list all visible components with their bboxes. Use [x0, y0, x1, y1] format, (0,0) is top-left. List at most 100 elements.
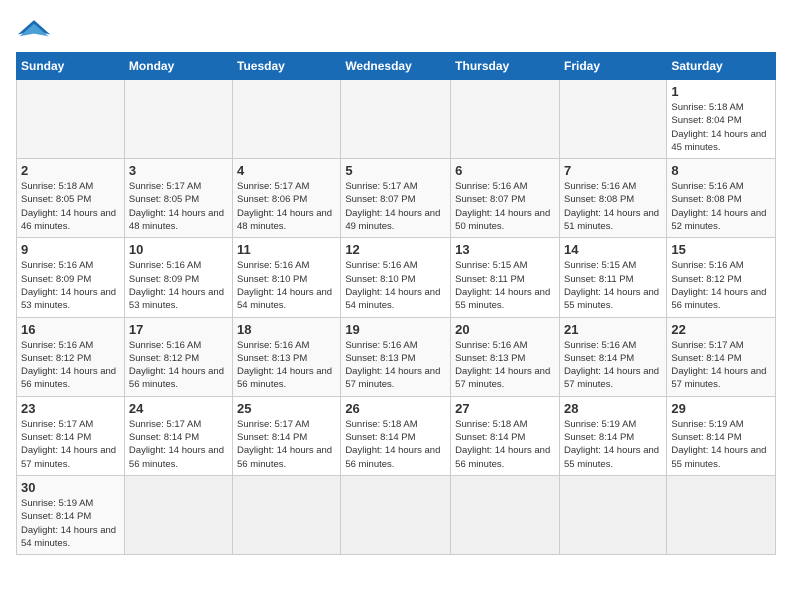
calendar-cell	[17, 80, 125, 159]
calendar-cell: 20Sunrise: 5:16 AMSunset: 8:13 PMDayligh…	[451, 317, 560, 396]
calendar-cell	[124, 475, 232, 554]
calendar-cell: 11 Sunrise: 5:16 AMSunset: 8:10 PMDayligh…	[233, 238, 341, 317]
calendar-cell: 28Sunrise: 5:19 AMSunset: 8:14 PMDayligh…	[559, 396, 666, 475]
calendar-cell: 2 Sunrise: 5:18 AMSunset: 8:05 PMDaylight…	[17, 159, 125, 238]
day-number: 24	[129, 401, 228, 416]
day-info: Sunrise: 5:16 AMSunset: 8:10 PMDaylight:…	[237, 259, 336, 312]
day-number: 5	[345, 163, 446, 178]
day-info: Sunrise: 5:19 AMSunset: 8:14 PMDaylight:…	[21, 497, 120, 550]
day-info: Sunrise: 5:18 AMSunset: 8:14 PMDaylight:…	[345, 418, 446, 471]
day-info: Sunrise: 5:17 AMSunset: 8:06 PMDaylight:…	[237, 180, 336, 233]
calendar-cell: 8Sunrise: 5:16 AMSunset: 8:08 PMDaylight…	[667, 159, 776, 238]
day-info: Sunrise: 5:17 AMSunset: 8:14 PMDaylight:…	[21, 418, 120, 471]
day-number: 1	[671, 84, 771, 99]
day-info: Sunrise: 5:16 AMSunset: 8:13 PMDaylight:…	[345, 339, 446, 392]
day-info: Sunrise: 5:16 AMSunset: 8:09 PMDaylight:…	[21, 259, 120, 312]
day-number: 2	[21, 163, 120, 178]
calendar-cell: 21 Sunrise: 5:16 AMSunset: 8:14 PMDayligh…	[559, 317, 666, 396]
calendar-cell	[451, 475, 560, 554]
day-info: Sunrise: 5:18 AMSunset: 8:05 PMDaylight:…	[21, 180, 120, 233]
day-number: 26	[345, 401, 446, 416]
calendar-cell: 12Sunrise: 5:16 AMSunset: 8:10 PMDayligh…	[341, 238, 451, 317]
day-info: Sunrise: 5:16 AMSunset: 8:12 PMDaylight:…	[129, 339, 228, 392]
day-number: 11	[237, 242, 336, 257]
col-header-sunday: Sunday	[17, 53, 125, 80]
calendar-cell: 30 Sunrise: 5:19 AMSunset: 8:14 PMDayligh…	[17, 475, 125, 554]
calendar-cell	[451, 80, 560, 159]
calendar-cell	[559, 80, 666, 159]
day-info: Sunrise: 5:17 AMSunset: 8:14 PMDaylight:…	[237, 418, 336, 471]
calendar-cell	[559, 475, 666, 554]
day-number: 9	[21, 242, 120, 257]
day-number: 17	[129, 322, 228, 337]
calendar-cell: 25 Sunrise: 5:17 AMSunset: 8:14 PMDayligh…	[233, 396, 341, 475]
day-number: 19	[345, 322, 446, 337]
col-header-monday: Monday	[124, 53, 232, 80]
day-info: Sunrise: 5:16 AMSunset: 8:08 PMDaylight:…	[671, 180, 771, 233]
calendar-cell	[124, 80, 232, 159]
calendar-cell: 3 Sunrise: 5:17 AMSunset: 8:05 PMDaylight…	[124, 159, 232, 238]
calendar-cell: 19 Sunrise: 5:16 AMSunset: 8:13 PMDayligh…	[341, 317, 451, 396]
day-number: 18	[237, 322, 336, 337]
calendar-cell: 26 Sunrise: 5:18 AMSunset: 8:14 PMDayligh…	[341, 396, 451, 475]
day-number: 22	[671, 322, 771, 337]
day-number: 27	[455, 401, 555, 416]
day-number: 3	[129, 163, 228, 178]
calendar-cell	[341, 475, 451, 554]
calendar-cell: 13Sunrise: 5:15 AMSunset: 8:11 PMDayligh…	[451, 238, 560, 317]
calendar-cell: 6 Sunrise: 5:16 AMSunset: 8:07 PMDaylight…	[451, 159, 560, 238]
calendar-cell: 23 Sunrise: 5:17 AMSunset: 8:14 PMDayligh…	[17, 396, 125, 475]
day-info: Sunrise: 5:18 AMSunset: 8:14 PMDaylight:…	[455, 418, 555, 471]
day-info: Sunrise: 5:16 AMSunset: 8:14 PMDaylight:…	[564, 339, 662, 392]
day-number: 6	[455, 163, 555, 178]
day-number: 30	[21, 480, 120, 495]
day-info: Sunrise: 5:16 AMSunset: 8:07 PMDaylight:…	[455, 180, 555, 233]
logo-icon	[16, 16, 52, 44]
calendar-cell: 29 Sunrise: 5:19 AMSunset: 8:14 PMDayligh…	[667, 396, 776, 475]
calendar-cell	[233, 80, 341, 159]
day-info: Sunrise: 5:16 AMSunset: 8:12 PMDaylight:…	[671, 259, 771, 312]
calendar-cell: 1 Sunrise: 5:18 AMSunset: 8:04 PMDaylight…	[667, 80, 776, 159]
calendar-cell	[341, 80, 451, 159]
calendar-cell: 4 Sunrise: 5:17 AMSunset: 8:06 PMDaylight…	[233, 159, 341, 238]
day-info: Sunrise: 5:17 AMSunset: 8:14 PMDaylight:…	[129, 418, 228, 471]
calendar-cell: 10 Sunrise: 5:16 AMSunset: 8:09 PMDayligh…	[124, 238, 232, 317]
day-info: Sunrise: 5:16 AMSunset: 8:08 PMDaylight:…	[564, 180, 662, 233]
day-info: Sunrise: 5:19 AMSunset: 8:14 PMDaylight:…	[671, 418, 771, 471]
day-number: 29	[671, 401, 771, 416]
header	[16, 16, 776, 44]
day-info: Sunrise: 5:17 AMSunset: 8:05 PMDaylight:…	[129, 180, 228, 233]
day-info: Sunrise: 5:16 AMSunset: 8:09 PMDaylight:…	[129, 259, 228, 312]
calendar-cell: 5 Sunrise: 5:17 AMSunset: 8:07 PMDaylight…	[341, 159, 451, 238]
calendar-table: SundayMondayTuesdayWednesdayThursdayFrid…	[16, 52, 776, 555]
day-number: 28	[564, 401, 662, 416]
day-number: 21	[564, 322, 662, 337]
day-info: Sunrise: 5:17 AMSunset: 8:07 PMDaylight:…	[345, 180, 446, 233]
col-header-friday: Friday	[559, 53, 666, 80]
logo	[16, 16, 56, 44]
day-number: 23	[21, 401, 120, 416]
calendar-cell: 24 Sunrise: 5:17 AMSunset: 8:14 PMDayligh…	[124, 396, 232, 475]
day-info: Sunrise: 5:18 AMSunset: 8:04 PMDaylight:…	[671, 101, 771, 154]
day-info: Sunrise: 5:15 AMSunset: 8:11 PMDaylight:…	[564, 259, 662, 312]
calendar-cell: 14 Sunrise: 5:15 AMSunset: 8:11 PMDayligh…	[559, 238, 666, 317]
calendar-cell	[233, 475, 341, 554]
calendar-cell: 16 Sunrise: 5:16 AMSunset: 8:12 PMDayligh…	[17, 317, 125, 396]
day-info: Sunrise: 5:16 AMSunset: 8:13 PMDaylight:…	[455, 339, 555, 392]
day-number: 10	[129, 242, 228, 257]
day-number: 25	[237, 401, 336, 416]
day-info: Sunrise: 5:16 AMSunset: 8:10 PMDaylight:…	[345, 259, 446, 312]
col-header-tuesday: Tuesday	[233, 53, 341, 80]
day-info: Sunrise: 5:17 AMSunset: 8:14 PMDaylight:…	[671, 339, 771, 392]
day-number: 13	[455, 242, 555, 257]
day-number: 4	[237, 163, 336, 178]
day-info: Sunrise: 5:16 AMSunset: 8:12 PMDaylight:…	[21, 339, 120, 392]
calendar-cell: 17 Sunrise: 5:16 AMSunset: 8:12 PMDayligh…	[124, 317, 232, 396]
col-header-thursday: Thursday	[451, 53, 560, 80]
day-number: 14	[564, 242, 662, 257]
calendar-cell: 15 Sunrise: 5:16 AMSunset: 8:12 PMDayligh…	[667, 238, 776, 317]
day-number: 16	[21, 322, 120, 337]
day-number: 15	[671, 242, 771, 257]
day-number: 7	[564, 163, 662, 178]
calendar-cell: 27 Sunrise: 5:18 AMSunset: 8:14 PMDayligh…	[451, 396, 560, 475]
